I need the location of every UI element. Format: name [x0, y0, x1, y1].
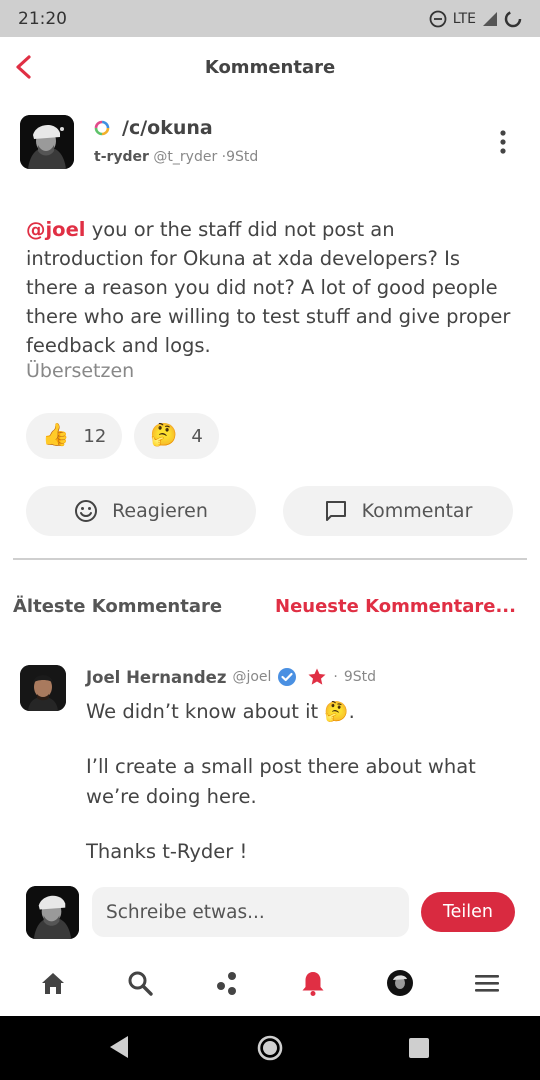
reaction-thumbs-up[interactable]: 👍 12	[26, 413, 123, 459]
comment-bubble-icon	[325, 501, 346, 521]
comment-composer: Teilen	[0, 880, 540, 944]
post-meta: t-ryder @t_ryder ·9Std	[94, 149, 258, 165]
signal-icon	[483, 11, 497, 26]
community-link[interactable]: /c/okuna	[94, 117, 213, 139]
reaction-count: 12	[83, 425, 107, 447]
commenter-avatar[interactable]	[20, 665, 66, 711]
network-label: LTE	[452, 10, 476, 27]
reaction-thinking[interactable]: 🤔 4	[134, 413, 219, 459]
more-options-icon[interactable]	[496, 129, 510, 155]
home-icon	[42, 973, 65, 994]
thumbs-up-emoji-icon: 👍	[42, 423, 70, 448]
notifications-bell-icon	[302, 972, 324, 996]
page-title: Kommentare	[204, 56, 336, 78]
star-badge-icon	[308, 668, 326, 685]
comment-text: We didn’t know about it 🤔. I’ll create a…	[86, 697, 506, 892]
comment-time-separator: ·	[333, 669, 338, 685]
app-bar: Kommentare	[0, 37, 540, 97]
post-header: /c/okuna t-ryder @t_ryder ·9Std	[20, 115, 520, 171]
communities-icon	[216, 972, 236, 995]
my-avatar	[26, 886, 79, 939]
reaction-count: 4	[191, 425, 203, 447]
divider	[13, 558, 527, 560]
thinking-emoji-icon: 🤔	[150, 423, 178, 448]
battery-loading-icon	[504, 10, 522, 27]
back-chevron-icon[interactable]	[6, 49, 42, 85]
post-body-text: you or the staff did not post an introdu…	[26, 218, 511, 357]
author-username[interactable]: t-ryder	[94, 149, 149, 165]
bottom-navigation	[0, 950, 540, 1016]
nav-search[interactable]	[110, 953, 170, 1013]
status-icons: LTE	[429, 10, 522, 28]
system-navigation-bar	[0, 1016, 540, 1080]
nav-communities[interactable]	[197, 953, 257, 1013]
status-bar: 21:20 LTE	[0, 0, 540, 37]
search-icon	[128, 971, 153, 996]
profile-avatar-icon	[386, 970, 413, 996]
author-avatar[interactable]	[20, 115, 74, 169]
nav-menu[interactable]	[457, 953, 517, 1013]
translate-link[interactable]: Übersetzen	[26, 360, 134, 382]
system-recents-icon[interactable]	[409, 1038, 429, 1058]
react-label: Reagieren	[112, 500, 208, 522]
commenter-handle: @joel	[232, 669, 272, 685]
nav-notifications[interactable]	[283, 953, 343, 1013]
smiley-icon	[75, 500, 98, 522]
verified-badge-icon	[278, 668, 297, 686]
dnd-icon	[429, 10, 447, 27]
system-back-icon[interactable]	[108, 1034, 130, 1060]
post-text: @joel you or the staff did not post an i…	[26, 215, 516, 360]
mention-link[interactable]: @joel	[26, 218, 86, 241]
comment-header: Joel Hernandez @joel · 9Std	[86, 667, 376, 687]
comment-button[interactable]: Kommentar	[283, 486, 513, 536]
commenter-name[interactable]: Joel Hernandez	[86, 668, 226, 687]
post-time: 9Std	[226, 149, 259, 165]
react-button[interactable]: Reagieren	[26, 486, 256, 536]
status-time: 21:20	[18, 8, 67, 29]
community-name: /c/okuna	[122, 117, 213, 139]
comment-paragraph: We didn’t know about it 🤔.	[86, 700, 355, 723]
community-ring-icon	[94, 120, 110, 136]
comment-input[interactable]	[92, 887, 409, 937]
comment-paragraph: I’ll create a small post there about wha…	[86, 755, 476, 808]
comment-paragraph: Thanks t-Ryder !	[86, 840, 248, 863]
send-button[interactable]: Teilen	[421, 892, 515, 932]
menu-icon	[474, 975, 499, 992]
nav-profile[interactable]	[370, 953, 430, 1013]
comment-label: Kommentar	[361, 500, 473, 522]
nav-home[interactable]	[23, 953, 83, 1013]
author-handle: @t_ryder	[153, 149, 218, 165]
sort-oldest-button[interactable]: Älteste Kommentare	[13, 596, 222, 617]
comment-time: 9Std	[343, 669, 377, 685]
sort-newest-button[interactable]: Neueste Kommentare...	[275, 596, 516, 617]
system-home-icon[interactable]	[257, 1035, 283, 1061]
